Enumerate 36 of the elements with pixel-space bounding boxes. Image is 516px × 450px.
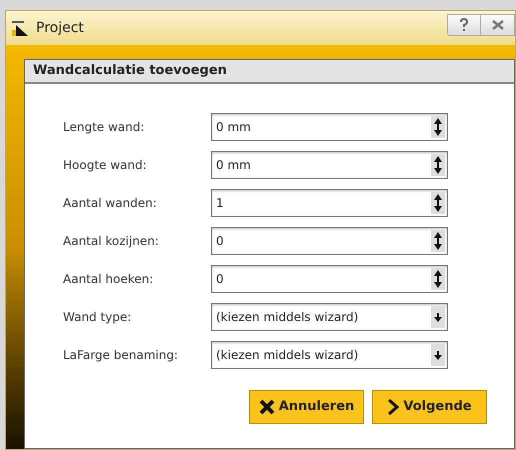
field-value: 0 mm [215, 157, 252, 174]
window-title: Project [36, 18, 84, 38]
field-label: Aantal hoeken: [62, 271, 154, 288]
number-field[interactable]: 0 mm [211, 151, 448, 179]
field-label: Lengte wand: [62, 119, 146, 136]
field-value: 0 [215, 233, 225, 250]
help-button[interactable] [447, 14, 481, 36]
close-icon [492, 20, 504, 30]
field-label: Aantal kozijnen: [62, 233, 160, 250]
panel-title: Wandcalculatie toevoegen [33, 62, 227, 80]
field-value: 1 [215, 195, 225, 212]
close-icon [258, 399, 275, 415]
number-field[interactable]: 0 mm [211, 113, 448, 141]
field-value: (kiezen middels wizard) [215, 347, 360, 364]
field-value: (kiezen middels wizard) [215, 309, 360, 326]
field-label: LaFarge benaming: [62, 347, 179, 364]
field-label: Wand type: [62, 309, 132, 326]
number-field[interactable]: 0 [211, 265, 448, 293]
field-value: 0 mm [215, 119, 252, 136]
number-field[interactable]: 1 [211, 189, 448, 217]
field-label: Aantal wanden: [62, 195, 158, 212]
field-value: 0 [215, 271, 225, 288]
field-label: Hoogte wand: [62, 157, 148, 174]
next-button[interactable]: Volgende [372, 390, 487, 424]
chevron-right-icon [387, 398, 400, 416]
cancel-button[interactable]: Annuleren [249, 390, 364, 424]
dropdown[interactable]: (kiezen middels wizard) [211, 303, 448, 331]
spinner-arrows-icon[interactable] [431, 268, 445, 290]
help-icon [459, 18, 469, 32]
close-button[interactable] [481, 14, 515, 36]
spinner-arrows-icon[interactable] [431, 192, 445, 214]
number-field[interactable]: 0 [211, 227, 448, 255]
spinner-arrows-icon[interactable] [431, 230, 445, 252]
dropdown[interactable]: (kiezen middels wizard) [211, 341, 448, 369]
spinner-arrows-icon[interactable] [431, 116, 445, 138]
spinner-arrows-icon[interactable] [431, 154, 445, 176]
